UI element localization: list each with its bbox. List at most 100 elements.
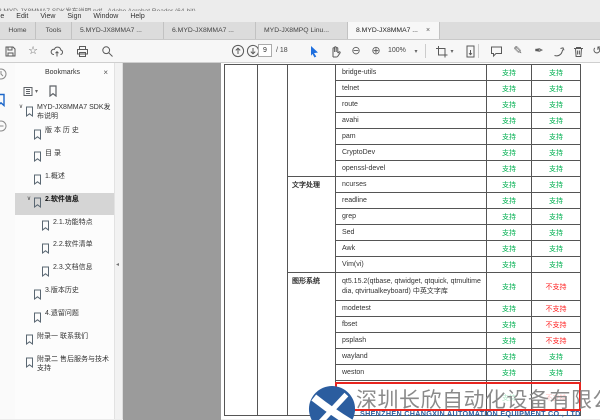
bookmark-item[interactable]: 目 录 xyxy=(15,147,114,170)
bookmark-label: 附录二 售后服务与技术支持 xyxy=(35,355,112,373)
software-support-table: bridge-utils支持支持telnet支持支持route支持支持avahi… xyxy=(224,64,581,416)
bookmark-item[interactable]: 版 本 历 史 xyxy=(15,124,114,147)
package-name-cell: psplash xyxy=(336,333,487,349)
bookmark-ribbon-icon xyxy=(25,103,35,122)
support-cell: 支持 xyxy=(532,145,581,161)
menu-item-file[interactable]: File xyxy=(0,11,5,22)
tab-tools[interactable]: Tools xyxy=(36,22,72,39)
tab-label: 5.MYD-JX8MMA7 ... xyxy=(80,27,142,34)
pencil-icon[interactable]: ✎ xyxy=(510,43,526,59)
bookmark-label: 4.遗留问题 xyxy=(43,309,112,318)
options-grid-icon[interactable]: ▾ xyxy=(23,86,38,97)
package-name-cell: Vim(vi) xyxy=(336,257,487,273)
annotation-red-rectangle[interactable] xyxy=(335,382,581,411)
bookmark-label: 1.概述 xyxy=(43,172,112,181)
bookmark-item[interactable]: 4.遗留问题 xyxy=(15,307,114,330)
support-cell: 支持 xyxy=(532,81,581,97)
hand-tool-icon[interactable] xyxy=(327,43,343,59)
zoom-caret-icon[interactable]: ▾ xyxy=(408,43,424,59)
tab-label: Home xyxy=(8,27,26,34)
select-cursor-icon[interactable] xyxy=(306,43,322,59)
sidebar-resize-handle[interactable]: ◂ xyxy=(115,63,123,419)
zoom-level-label[interactable]: 100% xyxy=(388,44,406,57)
comment-icon[interactable] xyxy=(488,43,504,59)
package-name-cell: route xyxy=(336,97,487,113)
collapse-panel-icon[interactable]: ◂ xyxy=(116,261,119,268)
acrobat-window: 8.MYD-JX8MMA7 SDK发布说明.pdf - Adobe Acroba… xyxy=(0,0,600,420)
support-cell: 支持 xyxy=(487,317,532,333)
page-up-icon[interactable] xyxy=(230,43,246,59)
zoom-out-icon[interactable]: ⊖ xyxy=(348,43,364,59)
close-panel-icon[interactable]: × xyxy=(103,68,108,77)
package-name-cell: pam xyxy=(336,129,487,145)
bookmark-item[interactable]: 2.3.文档信息 xyxy=(15,261,114,284)
main-content: Bookmarks × ▾ ∨ MYD-JX8MMA7 SDK发布说明版 本 历 … xyxy=(0,63,600,419)
tab-close-icon[interactable]: × xyxy=(426,27,430,34)
bookmark-item[interactable]: 附录二 售后服务与技术支持 xyxy=(15,353,114,376)
star-icon[interactable]: ☆ xyxy=(25,43,41,59)
support-cell: 支持 xyxy=(532,225,581,241)
menu-item-view[interactable]: View xyxy=(39,11,56,22)
tab-8-myd-jx8mma7-[interactable]: 8.MYD-JX8MMA7 ...× xyxy=(348,22,440,39)
menu-item-edit[interactable]: Edit xyxy=(15,11,29,22)
bookmark-item[interactable]: 3.版本历史 xyxy=(15,284,114,307)
page-number-input[interactable]: 9 xyxy=(258,44,272,57)
thumbnails-panel-icon[interactable] xyxy=(0,67,10,83)
document-background xyxy=(123,63,221,420)
package-name-cell: fbset xyxy=(336,317,487,333)
chevron-down-icon[interactable]: ∨ xyxy=(25,195,33,204)
cloud-upload-icon[interactable] xyxy=(49,43,65,59)
window-titlebar: 8.MYD-JX8MMA7 SDK发布说明.pdf - Adobe Acroba… xyxy=(0,0,600,11)
fill-sign-icon[interactable] xyxy=(551,43,567,59)
bookmark-ribbon-icon xyxy=(41,263,51,282)
bookmark-icon[interactable] xyxy=(48,85,58,97)
support-cell: 支持 xyxy=(532,161,581,177)
package-name-cell: telnet xyxy=(336,81,487,97)
category-cell xyxy=(288,65,336,177)
support-cell: 支持 xyxy=(532,97,581,113)
bookmark-ribbon-icon xyxy=(33,172,43,191)
bookmarks-header: Bookmarks × xyxy=(15,63,114,81)
menu-item-help[interactable]: Help xyxy=(129,11,145,22)
scroll-mode-icon[interactable] xyxy=(462,43,478,59)
bookmark-label: MYD-JX8MMA7 SDK发布说明 xyxy=(35,103,112,121)
bookmark-label: 2.3.文档信息 xyxy=(51,263,112,272)
bookmark-label: 目 录 xyxy=(43,149,112,158)
bookmark-ribbon-icon xyxy=(41,218,51,237)
tab-myd-jx8mpq-linu-[interactable]: MYD-JX8MPQ Linu... xyxy=(256,22,348,39)
support-cell: 支持 xyxy=(487,65,532,81)
zoom-in-icon[interactable]: ⊕ xyxy=(368,43,384,59)
attachments-panel-icon[interactable] xyxy=(0,119,10,135)
bookmark-item[interactable]: 2.2.软件清单 xyxy=(15,238,114,261)
support-cell: 支持 xyxy=(487,193,532,209)
save-icon[interactable] xyxy=(2,43,18,59)
search-icon[interactable] xyxy=(99,43,115,59)
marquee-caret-icon[interactable]: ▾ xyxy=(444,43,460,59)
bookmark-item[interactable]: 2.1.功能特点 xyxy=(15,215,114,238)
tab-6-myd-jx8mma7-[interactable]: 6.MYD-JX8MMA7 ... xyxy=(164,22,256,39)
support-cell: 支持 xyxy=(487,333,532,349)
bookmark-item[interactable]: ∨2.软件信息 xyxy=(15,193,114,216)
bookmark-item[interactable]: ∨ MYD-JX8MMA7 SDK发布说明 xyxy=(15,101,114,124)
rotate-icon[interactable]: ↺ xyxy=(589,43,600,59)
support-cell: 支持 xyxy=(532,241,581,257)
print-icon[interactable] xyxy=(74,43,90,59)
package-name-cell: Sed xyxy=(336,225,487,241)
support-cell: 支持 xyxy=(532,129,581,145)
package-name-cell: avahi xyxy=(336,113,487,129)
package-name-cell: openssl-devel xyxy=(336,161,487,177)
chevron-down-icon[interactable]: ∨ xyxy=(17,103,25,112)
menu-item-window[interactable]: Window xyxy=(92,11,119,22)
menu-item-sign[interactable]: Sign xyxy=(66,11,82,22)
bookmark-item[interactable]: 1.概述 xyxy=(15,170,114,193)
trash-icon[interactable] xyxy=(570,43,586,59)
bookmark-item[interactable]: 附录一 联系我们 xyxy=(15,330,114,353)
support-cell: 支持 xyxy=(487,129,532,145)
tab-5-myd-jx8mma7-[interactable]: 5.MYD-JX8MMA7 ... xyxy=(72,22,164,39)
support-cell: 支持 xyxy=(487,209,532,225)
support-cell: 支持 xyxy=(487,97,532,113)
bookmark-ribbon-icon xyxy=(33,126,43,145)
tab-home[interactable]: Home xyxy=(0,22,36,39)
bookmarks-panel-icon[interactable] xyxy=(0,93,10,109)
sign-pen-icon[interactable]: ✒ xyxy=(531,43,547,59)
